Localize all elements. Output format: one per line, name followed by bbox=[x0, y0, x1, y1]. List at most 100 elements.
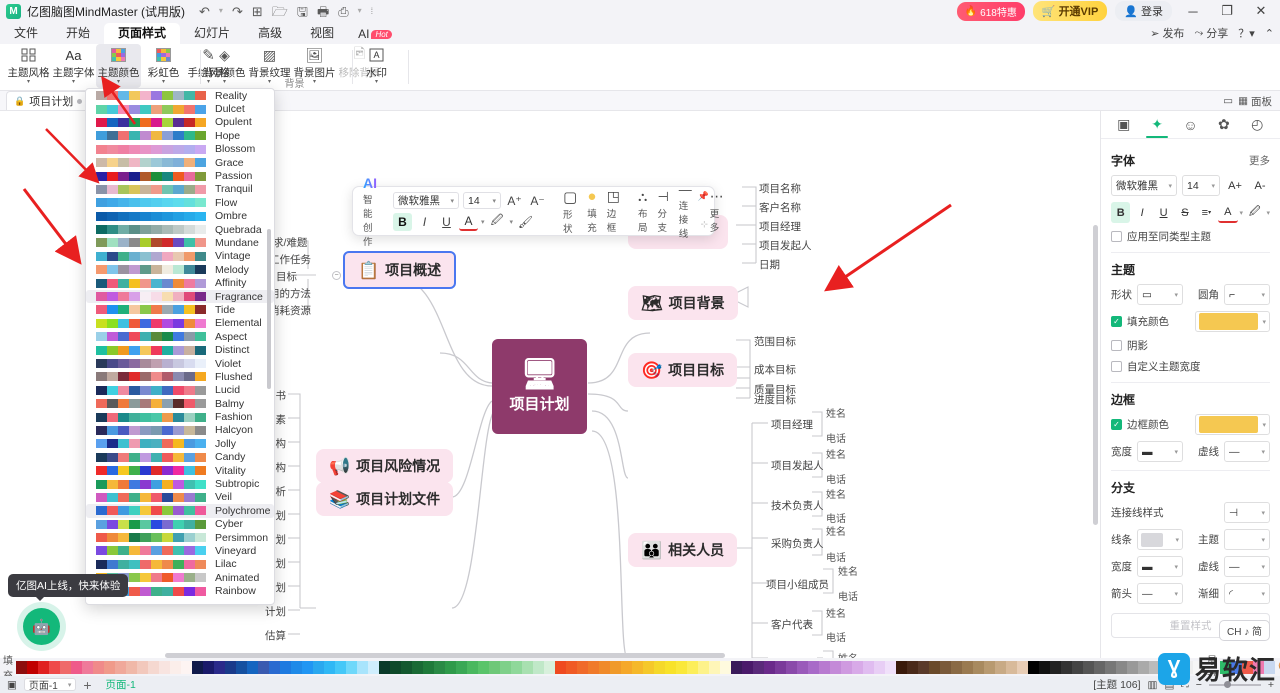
shadow-row[interactable]: 阴影 bbox=[1111, 338, 1270, 353]
palette-swatch[interactable] bbox=[566, 660, 577, 674]
palette-swatch[interactable] bbox=[280, 660, 291, 674]
mindmap-node-stakeholders[interactable]: 👪 相关人员 bbox=[628, 533, 738, 567]
mindmap-leaf[interactable]: 项目小组成员 bbox=[766, 577, 829, 592]
login-button[interactable]: 👤 登录 bbox=[1115, 1, 1172, 21]
palette-swatch[interactable] bbox=[852, 660, 863, 674]
palette-swatch[interactable] bbox=[159, 660, 170, 674]
add-page-icon[interactable]: + bbox=[76, 677, 98, 693]
theme-color-option[interactable]: Jolly bbox=[86, 437, 274, 450]
tab-page-style[interactable]: 页面样式 bbox=[104, 23, 181, 44]
theme-color-option[interactable]: Persimmon bbox=[86, 531, 274, 544]
palette-swatch[interactable] bbox=[192, 660, 203, 674]
branch-button[interactable]: ⊣ 分支 bbox=[652, 189, 673, 234]
line-color-select[interactable]: ▾ bbox=[1137, 529, 1183, 550]
page-select[interactable]: 页面-1 ▾ bbox=[23, 678, 77, 692]
export-icon[interactable]: ⎙ bbox=[338, 5, 348, 18]
drag-handle-icon[interactable]: ⊹ bbox=[700, 219, 708, 230]
panel-increase-font-size-icon[interactable]: A+ bbox=[1225, 175, 1245, 196]
palette-swatch[interactable] bbox=[225, 660, 236, 674]
palette-swatch[interactable] bbox=[555, 660, 566, 674]
palette-swatch[interactable] bbox=[401, 660, 412, 674]
chevron-down-icon[interactable]: ▾ bbox=[27, 79, 30, 85]
mindmap-leaf[interactable]: 客户代表 bbox=[771, 617, 813, 632]
theme-color-dropdown[interactable]: Reality Dulcet Opulent Hope Blossom Grace Pass… bbox=[85, 88, 275, 605]
palette-swatch[interactable] bbox=[1006, 660, 1017, 674]
new-file-icon[interactable]: ⊞ bbox=[252, 5, 263, 18]
mindmap-subleaf[interactable]: 姓名 bbox=[838, 563, 858, 578]
mindmap-leaf[interactable]: 项目发起人 bbox=[759, 238, 812, 253]
panel-font-family-select[interactable]: 微软雅黑 ▾ bbox=[1111, 175, 1177, 196]
palette-swatch[interactable] bbox=[885, 660, 896, 674]
print-icon[interactable]: 🖶 bbox=[317, 5, 329, 18]
mindmap-subleaf[interactable]: 电话 bbox=[826, 430, 846, 445]
palette-swatch[interactable] bbox=[874, 660, 885, 674]
custom-width-checkbox[interactable] bbox=[1111, 361, 1122, 372]
palette-swatch[interactable] bbox=[302, 660, 313, 674]
palette-swatch[interactable] bbox=[269, 660, 280, 674]
mindmap-subleaf[interactable]: 姓名 bbox=[826, 405, 846, 420]
open-file-icon[interactable]: 🗁 bbox=[272, 5, 288, 18]
ribbon-theme-style[interactable]: 主题风格 ▾ bbox=[6, 44, 51, 88]
mindmap-leaf[interactable]: 成本目标 bbox=[754, 362, 796, 377]
font-color-button[interactable]: A bbox=[459, 213, 478, 231]
palette-swatch[interactable] bbox=[390, 660, 401, 674]
tab-style-panel[interactable]: ▣ bbox=[1111, 113, 1137, 137]
palette-swatch[interactable] bbox=[544, 660, 555, 674]
ai-assistant-icon[interactable]: 🤖 bbox=[23, 608, 60, 645]
italic-button[interactable]: I bbox=[415, 213, 434, 231]
palette-swatch[interactable] bbox=[115, 660, 126, 674]
palette-swatch[interactable] bbox=[467, 660, 478, 674]
border-width-select[interactable]: ▬ ▾ bbox=[1137, 441, 1183, 462]
palette-swatch[interactable] bbox=[423, 660, 434, 674]
ribbon-watermark[interactable]: A 水印 ▾ bbox=[354, 44, 399, 88]
fill-color-checkbox[interactable]: ✓ bbox=[1111, 316, 1122, 327]
tab-ai-panel[interactable]: ✦ bbox=[1144, 113, 1170, 138]
palette-swatch[interactable] bbox=[93, 660, 104, 674]
palette-swatch[interactable] bbox=[379, 660, 390, 674]
palette-swatch[interactable] bbox=[181, 660, 192, 674]
ribbon-theme-font[interactable]: Aa 主题字体 ▾ bbox=[51, 44, 96, 88]
tab-view[interactable]: 视图 bbox=[296, 23, 348, 44]
font-family-select[interactable]: 微软雅黑 ▾ bbox=[393, 192, 459, 209]
theme-color-option[interactable]: Polychrome bbox=[86, 504, 274, 518]
theme-color-option[interactable]: Tide bbox=[86, 303, 274, 316]
palette-swatch[interactable] bbox=[324, 660, 335, 674]
apply-same-type-row[interactable]: 应用至同类型主题 bbox=[1111, 229, 1270, 244]
theme-color-option[interactable]: Lucid bbox=[86, 384, 274, 397]
palette-swatch[interactable] bbox=[731, 660, 742, 674]
palette-swatch[interactable] bbox=[929, 660, 940, 674]
panel-italic-button[interactable]: I bbox=[1132, 202, 1151, 223]
mindmap-subleaf[interactable]: 电话 bbox=[838, 588, 858, 603]
palette-swatch[interactable] bbox=[247, 660, 258, 674]
palette-swatch[interactable] bbox=[753, 660, 764, 674]
theme-color-option[interactable]: Blossom bbox=[86, 143, 274, 156]
mindmap-leaf[interactable]: 项目发起人 bbox=[771, 458, 824, 473]
bold-button[interactable]: B bbox=[393, 212, 412, 231]
chevron-down-icon[interactable]: ▾ bbox=[1240, 209, 1244, 217]
theme-color-option[interactable]: Violet bbox=[86, 357, 274, 370]
theme-color-option[interactable]: Vitality bbox=[86, 464, 274, 477]
mindmap-leaf[interactable]: 项目经理 bbox=[771, 417, 813, 432]
mindmap-leaf[interactable]: 客户名称 bbox=[759, 200, 801, 215]
theme-color-option[interactable]: Ombre bbox=[86, 210, 274, 223]
undo-icon[interactable]: ↶ bbox=[199, 5, 210, 18]
palette-swatch[interactable] bbox=[599, 660, 610, 674]
outline-view-icon[interactable]: ▥ bbox=[1148, 679, 1158, 691]
palette-swatch[interactable] bbox=[148, 660, 159, 674]
mindmap-leaf[interactable]: 技术负责人 bbox=[771, 498, 824, 513]
save-icon[interactable]: 🖫 bbox=[297, 5, 308, 18]
panel-bold-button[interactable]: B bbox=[1111, 202, 1131, 223]
branch-theme-select[interactable]: ▾ bbox=[1224, 529, 1270, 550]
mindmap-leaf[interactable]: 项目经理 bbox=[759, 219, 801, 234]
palette-swatch[interactable] bbox=[907, 660, 918, 674]
palette-swatch[interactable] bbox=[445, 660, 456, 674]
palette-swatch[interactable] bbox=[1116, 660, 1127, 674]
mindmap-node-background[interactable]: 🗺 项目背景 bbox=[628, 286, 738, 320]
panel-highlight-icon[interactable]: 🖉 bbox=[1245, 202, 1264, 223]
ribbon-theme-color[interactable]: 主题颜色 ▾ bbox=[96, 44, 141, 88]
mindmap-subleaf[interactable]: 姓名 bbox=[826, 486, 846, 501]
vip-button[interactable]: 🛒 开通VIP bbox=[1032, 1, 1108, 21]
palette-swatch[interactable] bbox=[742, 660, 753, 674]
theme-color-option[interactable]: Distinct bbox=[86, 343, 274, 356]
theme-color-option[interactable]: Grace bbox=[86, 156, 274, 169]
